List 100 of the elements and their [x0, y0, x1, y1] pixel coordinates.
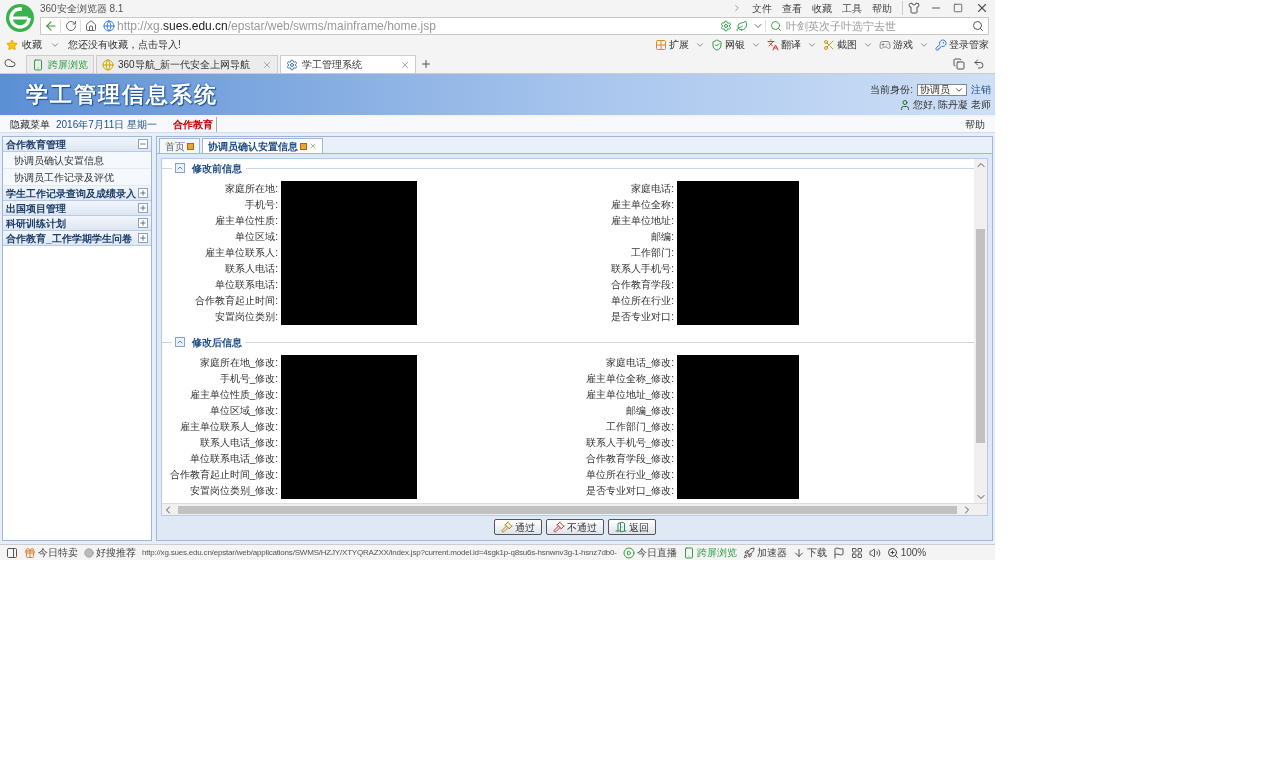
field-label: 是否专业对口_修改:: [584, 484, 674, 498]
close-icon[interactable]: [400, 59, 411, 70]
globe-icon: [102, 58, 114, 71]
sidebar-header[interactable]: 学生工作记录查询及成绩录入: [3, 186, 151, 201]
action-button[interactable]: 通过: [493, 519, 542, 535]
field-label: 联系人手机号_修改:: [584, 436, 674, 450]
sidebar-item[interactable]: 协调员确认安置信息: [3, 152, 151, 169]
field-label: 雇主单位联系人:: [204, 246, 278, 260]
grid-icon[interactable]: [850, 546, 863, 559]
toolbar-item[interactable]: 扩展: [655, 37, 705, 53]
close-icon[interactable]: [262, 59, 273, 70]
favorites-hint[interactable]: 您还没有收藏，点击导入!: [68, 37, 181, 53]
field-label: 雇主单位联系人_修改:: [178, 420, 278, 434]
collapse-toggle[interactable]: [175, 337, 185, 347]
menu-item[interactable]: 工具: [842, 0, 862, 16]
field-label: 单位所在行业:: [610, 294, 674, 308]
sidebar-header[interactable]: 合作教育管理: [3, 137, 151, 152]
plus-icon: [139, 189, 147, 197]
logout-link[interactable]: 注销: [971, 82, 991, 98]
field-label: 单位所在行业_修改:: [584, 468, 674, 482]
undo-icon[interactable]: [973, 58, 985, 71]
menu-item[interactable]: 收藏: [812, 0, 832, 16]
section-title: 修改后信息: [191, 335, 243, 350]
collapse-icon: [176, 164, 184, 172]
zoom-level[interactable]: 100%: [886, 545, 927, 560]
expand-toggle[interactable]: [138, 188, 148, 198]
close-icon: [975, 1, 989, 15]
chevron-icon: [732, 3, 742, 13]
browser-tab[interactable]: 360导航_新一代安全上网导航: [96, 55, 279, 74]
horizontal-scrollbar[interactable]: [162, 503, 987, 515]
field-label: 联系人电话:: [224, 262, 278, 276]
toolbar-item[interactable]: 游戏: [879, 37, 929, 53]
shirt-icon: [908, 2, 920, 14]
plus-icon: [139, 204, 147, 212]
field-label: 合作教育学段_修改:: [584, 452, 674, 466]
collapse-toggle[interactable]: [175, 163, 185, 173]
status-item[interactable]: 今日直播: [622, 545, 677, 560]
expand-toggle[interactable]: [138, 218, 148, 228]
play-icon: [622, 546, 635, 559]
browser-tab[interactable]: 学工管理系统: [280, 55, 417, 74]
gamepad-icon: [879, 38, 891, 51]
expand-toggle[interactable]: [138, 203, 148, 213]
field-label: 雇主单位性质_修改:: [188, 388, 278, 402]
cloud-icon[interactable]: [4, 57, 16, 70]
zoom-icon: [886, 546, 899, 559]
toolbar-item[interactable]: 网银: [711, 37, 761, 53]
gavel-icon: [500, 521, 513, 533]
menu-item[interactable]: 查看: [782, 0, 802, 16]
action-button[interactable]: 不通过: [545, 519, 604, 535]
sidebar-item[interactable]: 协调员工作记录及评优: [3, 169, 151, 186]
field-label: 是否专业对口:: [610, 310, 674, 324]
status-item[interactable]: 加速器: [742, 545, 787, 560]
status-item[interactable]: 今日特卖: [24, 545, 78, 560]
flag-icon[interactable]: [832, 546, 845, 559]
expand-toggle[interactable]: [138, 139, 148, 149]
module-link[interactable]: 合作教育: [172, 117, 217, 132]
content-tab[interactable]: 协调员确认安置信息: [202, 138, 323, 153]
content-tab[interactable]: 首页: [159, 138, 200, 153]
field-label: 家庭电话_修改:: [604, 356, 674, 370]
close-icon[interactable]: [309, 142, 317, 150]
field-label: 家庭电话:: [630, 182, 674, 196]
app-banner: 学工管理信息系统 当前身份: 协调员 注销 您好, 陈丹凝 老师: [0, 74, 995, 115]
field-label: 工作部门:: [630, 246, 674, 260]
speaker-icon[interactable]: [868, 546, 881, 559]
translate-icon: [767, 38, 779, 51]
tab-icon: [187, 142, 194, 150]
phone-icon: [32, 58, 44, 71]
field-label: 雇主单位地址_修改:: [584, 388, 674, 402]
role-select[interactable]: 协调员: [917, 83, 967, 96]
sidebar-header[interactable]: 科研训练计划: [3, 216, 151, 231]
field-label: 单位区域:: [234, 230, 278, 244]
user-icon: [898, 98, 911, 111]
windows-icon[interactable]: [953, 58, 965, 71]
menu-item[interactable]: 文件: [752, 0, 772, 16]
status-item[interactable]: 下载: [792, 545, 827, 560]
action-button[interactable]: 返回: [607, 519, 656, 535]
field-label: 工作部门_修改:: [604, 420, 674, 434]
new-tab-icon[interactable]: [420, 58, 433, 71]
sidebar-header[interactable]: 出国项目管理: [3, 201, 151, 216]
restore-icon: [953, 3, 963, 13]
vertical-scrollbar[interactable]: [974, 159, 987, 503]
help-link[interactable]: 帮助: [965, 117, 985, 132]
door-icon: [614, 521, 627, 533]
grid-icon: [655, 38, 667, 51]
toolbar-item[interactable]: 登录管家: [935, 37, 989, 53]
sidebar-toggle-icon[interactable]: [6, 546, 18, 559]
star-icon: [6, 38, 18, 51]
toolbar-item[interactable]: 翻译: [767, 37, 817, 53]
identity-label: 当前身份:: [870, 83, 913, 98]
expand-toggle[interactable]: [138, 233, 148, 243]
scissors-icon: [823, 38, 835, 51]
field-label: 邮编:: [650, 230, 674, 244]
toolbar-item[interactable]: 截图: [823, 37, 873, 53]
favorites-button[interactable]: 收藏: [22, 37, 42, 53]
menu-item[interactable]: 帮助: [872, 0, 892, 16]
hide-menu-link[interactable]: 隐藏菜单: [10, 117, 50, 132]
field-label: 安置岗位类别:: [214, 310, 278, 324]
key-icon: [935, 38, 947, 51]
status-item[interactable]: 好搜推荐: [84, 545, 136, 560]
sidebar-header[interactable]: 合作教育_工作学期学生问卷: [3, 231, 151, 246]
